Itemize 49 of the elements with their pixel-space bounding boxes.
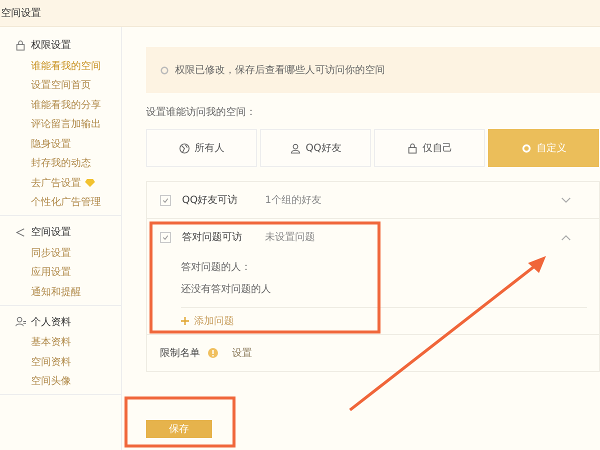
sidebar-group-title: 空间设置: [31, 226, 71, 239]
sidebar-item[interactable]: 谁能看我的空间: [0, 56, 121, 76]
empty-message: 还没有答对问题的人: [181, 282, 272, 297]
check-icon: [161, 232, 170, 242]
sidebar-item[interactable]: 应用设置: [0, 262, 121, 282]
access-option[interactable]: QQ好友: [260, 129, 371, 167]
rule-summary: 未设置问题: [265, 230, 316, 244]
plus-icon: [181, 317, 189, 325]
sidebar-item[interactable]: 同步设置: [0, 243, 121, 262]
detail-label: 答对问题的人：: [181, 260, 252, 275]
sidebar-item[interactable]: 个性化广告管理: [0, 192, 121, 212]
person-icon: [290, 142, 301, 154]
add-question-link[interactable]: 添加问题: [194, 314, 234, 328]
blocklist-label: 限制名单: [160, 346, 200, 360]
sidebar-group-title: 权限设置: [31, 38, 71, 52]
info-icon: [208, 348, 218, 358]
save-button[interactable]: 保存: [146, 420, 212, 438]
access-option[interactable]: 自定义: [488, 129, 599, 167]
rule-title: 答对问题可访: [182, 230, 243, 244]
chevron-down-icon[interactable]: [561, 196, 571, 204]
chevron-up-icon[interactable]: [561, 234, 571, 240]
circle-icon: [520, 142, 532, 154]
rule-summary: 1个组的好友: [265, 194, 322, 207]
sidebar-item[interactable]: 谁能看我的分享: [0, 95, 121, 114]
sidebar-item[interactable]: 空间头像: [0, 372, 121, 391]
checkbox[interactable]: [160, 194, 171, 206]
sidebar-item[interactable]: 通知和提醒: [0, 282, 121, 302]
lock-icon: [406, 142, 418, 154]
globe-icon: [178, 142, 190, 154]
access-option[interactable]: 所有人: [146, 129, 257, 167]
sidebar-item[interactable]: 评论留言加输出: [0, 114, 121, 134]
notice-text: 权限已修改，保存后查看哪些人可访问你的空间: [175, 64, 385, 77]
sidebar-item[interactable]: 去广告设置: [0, 173, 121, 192]
person-icon: [15, 316, 26, 327]
lock-icon: [15, 40, 26, 50]
checkbox[interactable]: [160, 232, 171, 242]
info-icon: [160, 66, 169, 74]
page-title: 空间设置: [1, 6, 41, 20]
sidebar-group-title: 个人资料: [31, 316, 71, 328]
sidebar-item[interactable]: 隐身设置: [0, 134, 121, 154]
sidebar-item[interactable]: 封存我的动态: [0, 154, 121, 173]
sidebar-item[interactable]: 设置空间首页: [0, 76, 121, 95]
sidebar-item[interactable]: 空间资料: [0, 352, 121, 372]
access-label: 设置谁能访问我的空间：: [146, 106, 257, 119]
access-option[interactable]: 仅自己: [374, 129, 485, 167]
check-icon: [161, 196, 170, 204]
settings-link[interactable]: 设置: [232, 346, 252, 360]
rule-title: QQ好友可访: [182, 194, 239, 207]
sidebar-item[interactable]: 基本资料: [0, 332, 121, 352]
